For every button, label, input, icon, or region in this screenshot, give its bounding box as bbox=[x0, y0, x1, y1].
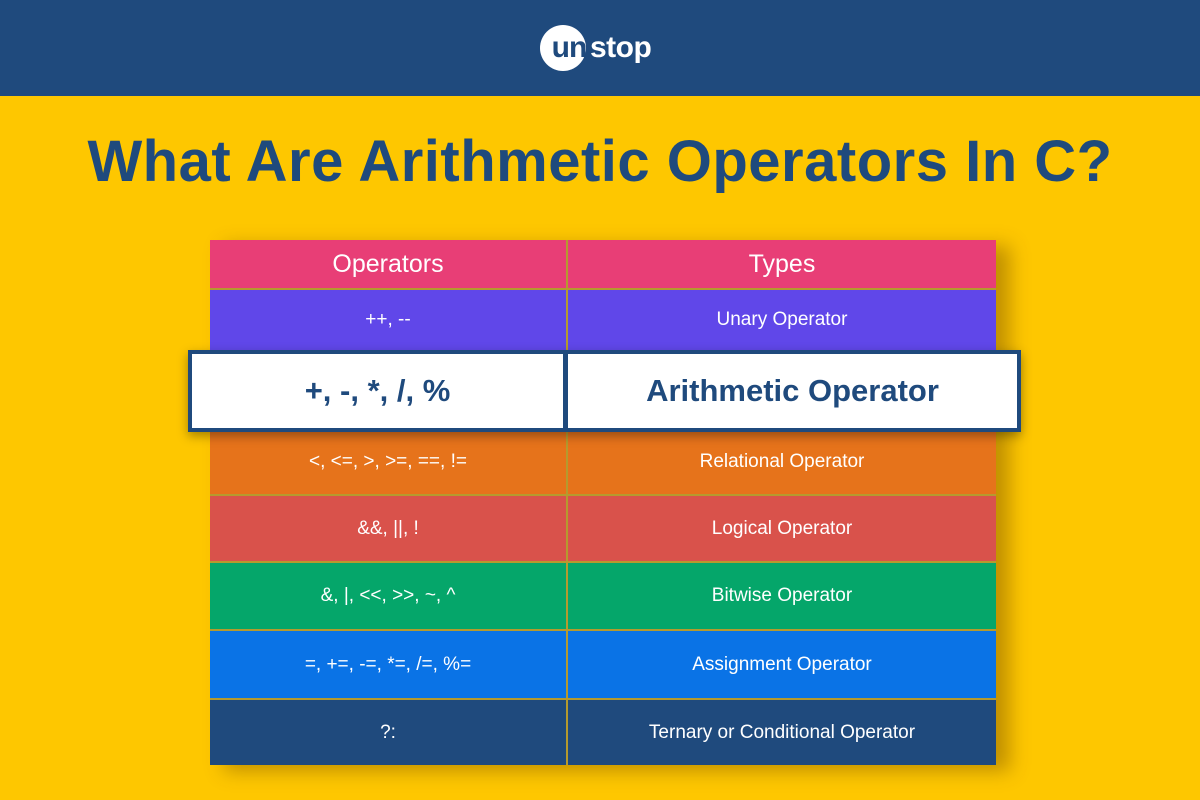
table-row-assignment: =, +=, -=, *=, /=, %= Assignment Operato… bbox=[210, 631, 996, 700]
logo-text: stop bbox=[590, 31, 652, 64]
type-cell: Ternary or Conditional Operator bbox=[648, 721, 916, 743]
page-title: What Are Arithmetic Operators In C? bbox=[87, 129, 1113, 194]
operators-cell: <, <=, >, >=, ==, != bbox=[210, 430, 568, 494]
table-header: Operators Types bbox=[210, 240, 996, 290]
table-row-logical: &&, ||, ! Logical Operator bbox=[210, 496, 996, 563]
logo-circle: un bbox=[540, 25, 588, 71]
table-row-relational: <, <=, >, >=, ==, != Relational Operator bbox=[210, 430, 996, 496]
table-row-unary: ++, -- Unary Operator bbox=[210, 290, 996, 352]
table-row-ternary: ?: Ternary or Conditional Operator bbox=[210, 700, 996, 765]
type-cell: Bitwise Operator bbox=[711, 585, 853, 606]
operators-cell: &&, ||, ! bbox=[210, 496, 568, 561]
column-header-operators: Operators bbox=[210, 240, 568, 288]
unstop-logo[interactable]: un stop bbox=[540, 24, 652, 72]
operators-cell: =, +=, -=, *=, /=, %= bbox=[210, 631, 568, 698]
type-cell: Assignment Operator bbox=[692, 653, 872, 675]
type-cell: Relational Operator bbox=[699, 451, 865, 472]
column-header-types: Types bbox=[748, 249, 816, 278]
operators-cell: ?: bbox=[210, 700, 568, 765]
table-row-bitwise: &, |, <<, >>, ~, ^ Bitwise Operator bbox=[210, 563, 996, 631]
operators-cell: +, -, *, /, % bbox=[192, 354, 568, 428]
top-banner: un stop bbox=[0, 0, 1200, 96]
type-cell: Unary Operator bbox=[716, 309, 848, 330]
table-row-arithmetic-highlighted: +, -, *, /, % Arithmetic Operator bbox=[188, 350, 1021, 432]
operators-table: Operators Types ++, -- Unary Operator <,… bbox=[210, 240, 996, 765]
type-cell: Arithmetic Operator bbox=[646, 373, 939, 408]
type-cell: Logical Operator bbox=[711, 517, 853, 539]
operators-cell: &, |, <<, >>, ~, ^ bbox=[210, 563, 568, 629]
logo-circle-text: un bbox=[551, 31, 588, 64]
operators-cell: ++, -- bbox=[210, 290, 568, 350]
